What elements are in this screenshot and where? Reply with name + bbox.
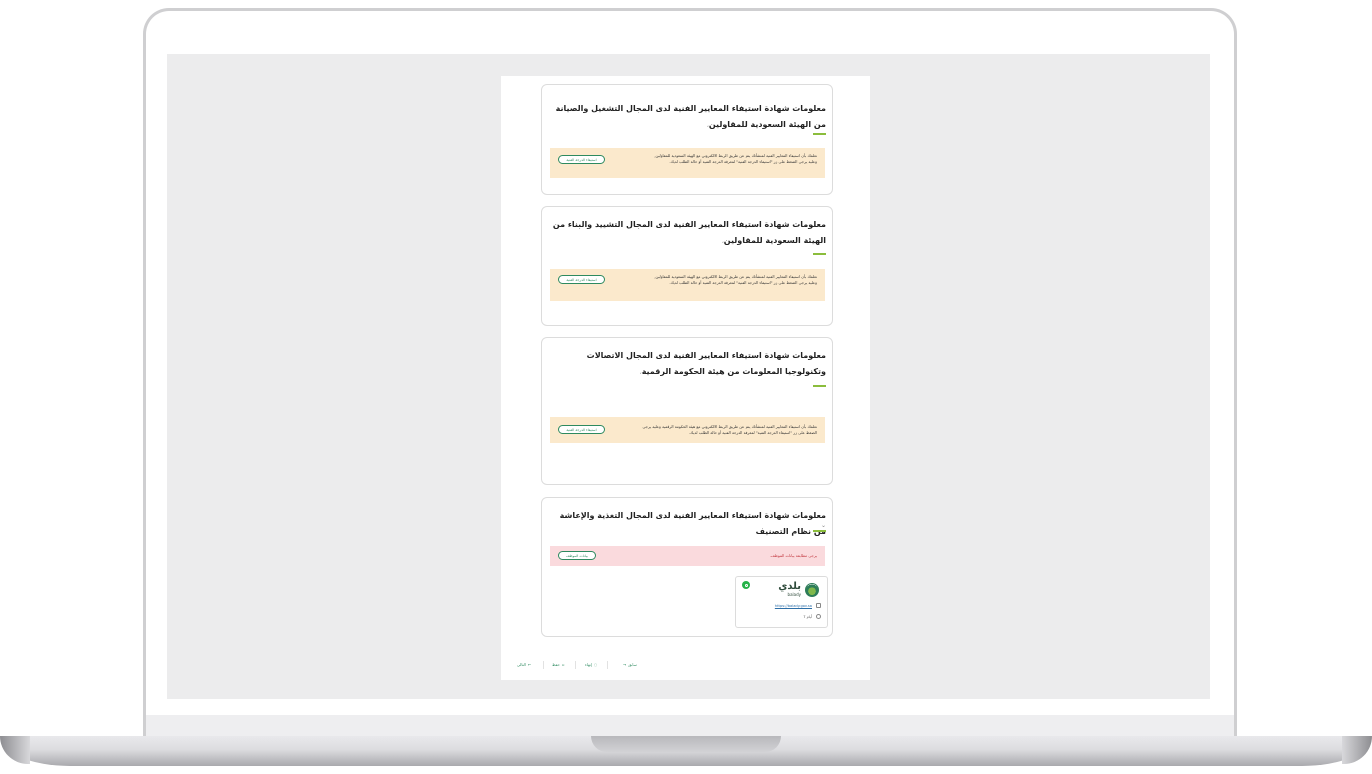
- form-page: معلومات شهادة استيفاء المعايير الفنية لد…: [501, 76, 870, 680]
- technical-grade-button[interactable]: استيفاء الدرجة الفنية: [558, 275, 605, 284]
- card-catering-classification: معلومات شهادة استيفاء المعايير الفنية لد…: [541, 497, 833, 637]
- card-title: معلومات شهادة استيفاء المعايير الفنية لد…: [555, 104, 826, 129]
- footer-divider: [607, 661, 608, 669]
- balady-logo-icon: [805, 583, 819, 597]
- title-accent: [813, 385, 826, 387]
- arrow-left-icon: ←: [527, 662, 532, 667]
- card-construction-building: معلومات شهادة استيفاء المعايير الفنية لد…: [541, 206, 833, 326]
- technical-grade-button[interactable]: استيفاء الدرجة الفنية: [558, 425, 605, 434]
- notice-text: يرجى مطابقة بيانات الموظف.: [769, 553, 817, 558]
- prev-button[interactable]: → سابق: [621, 660, 637, 670]
- website-link[interactable]: https://balady.gov.sa: [775, 604, 812, 608]
- check-icon: ◌: [593, 662, 598, 667]
- finish-button[interactable]: إنهاء ◌: [585, 660, 599, 670]
- notice-box: نعلمك بأن استيفاء المعايير الفنية لمنشأت…: [550, 148, 825, 178]
- laptop-base-edge-right: [1342, 736, 1372, 764]
- whatsapp-icon[interactable]: [742, 581, 750, 589]
- save-button[interactable]: حفظ ▫: [552, 660, 566, 670]
- card-ict: معلومات شهادة استيفاء المعايير الفنية لد…: [541, 337, 833, 485]
- error-notice-box: يرجى مطابقة بيانات الموظف. بيانات الموظف: [550, 546, 825, 566]
- laptop-base-edge-left: [0, 736, 30, 764]
- balady-logo-latin: balady: [787, 592, 801, 597]
- next-button[interactable]: التالي ←: [517, 660, 533, 670]
- title-accent: [813, 530, 826, 532]
- notice-box: نعلمك بأن استيفاء المعايير الفنية لمنشأت…: [550, 417, 825, 443]
- title-accent: [813, 133, 826, 135]
- balady-contact-box: بلدي balady https://balady.gov.sa 7 أيام: [735, 576, 828, 628]
- globe-icon: [816, 603, 821, 608]
- card-operation-maintenance: معلومات شهادة استيفاء المعايير الفنية لد…: [541, 84, 833, 195]
- laptop-chin: [146, 715, 1234, 737]
- screen: معلومات شهادة استيفاء المعايير الفنية لد…: [167, 54, 1210, 699]
- hours-text: 7 أيام: [803, 614, 812, 619]
- notice-text: نعلمك بأن استيفاء المعايير الفنية لمنشأت…: [642, 424, 817, 435]
- card-title: معلومات شهادة استيفاء المعايير الفنية لد…: [586, 351, 826, 376]
- chevron-down-icon[interactable]: ⌄: [821, 522, 826, 529]
- card-title: معلومات شهادة استيفاء المعايير الفنية لد…: [559, 511, 826, 536]
- notice-text: نعلمك بأن استيفاء المعايير الفنية لمنشأت…: [654, 153, 817, 164]
- clock-icon: [816, 614, 821, 619]
- card-title: معلومات شهادة استيفاء المعايير الفنية لد…: [552, 220, 826, 245]
- footer-divider: [575, 661, 576, 669]
- arrow-right-icon: →: [623, 662, 627, 667]
- title-accent: [813, 253, 826, 255]
- website-row: https://balady.gov.sa: [775, 602, 821, 609]
- technical-grade-button[interactable]: استيفاء الدرجة الفنية: [558, 155, 605, 164]
- notice-text: نعلمك بأن استيفاء المعايير الفنية لمنشأت…: [654, 274, 817, 285]
- footer-divider: [543, 661, 544, 669]
- hours-row: 7 أيام: [803, 613, 821, 620]
- employee-data-button[interactable]: بيانات الموظف: [558, 551, 596, 560]
- save-icon: ▫: [561, 662, 565, 667]
- laptop-notch: [591, 736, 781, 752]
- notice-box: نعلمك بأن استيفاء المعايير الفنية لمنشأت…: [550, 269, 825, 301]
